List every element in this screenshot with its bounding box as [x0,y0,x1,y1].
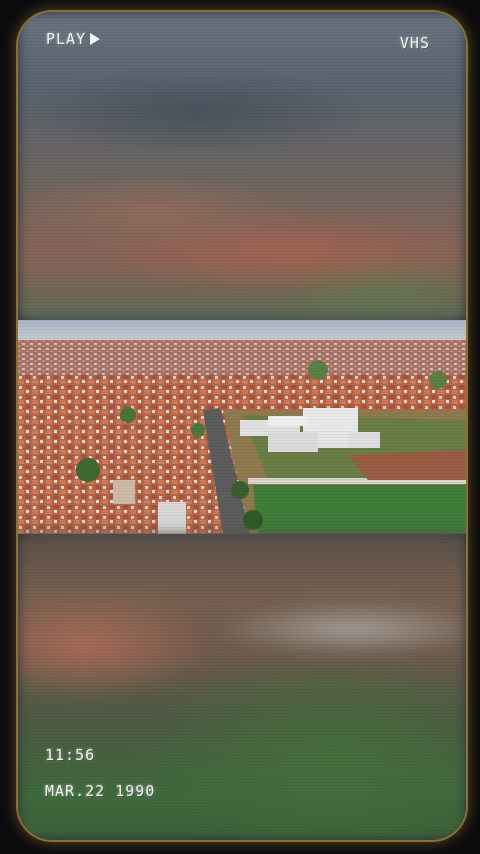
play-indicator: PLAY [46,30,101,48]
aerial-city-photo [18,320,466,534]
play-icon [90,33,101,45]
vhs-label: VHS [399,34,430,52]
blurred-top-background [18,12,466,320]
timestamp-time: 11:56 [45,746,96,764]
timestamp-date: MAR.22 1990 [45,782,156,800]
vhs-video-frame: PLAY VHS 11:56 MAR.22 1990 [18,12,466,840]
play-label: PLAY [46,30,87,48]
